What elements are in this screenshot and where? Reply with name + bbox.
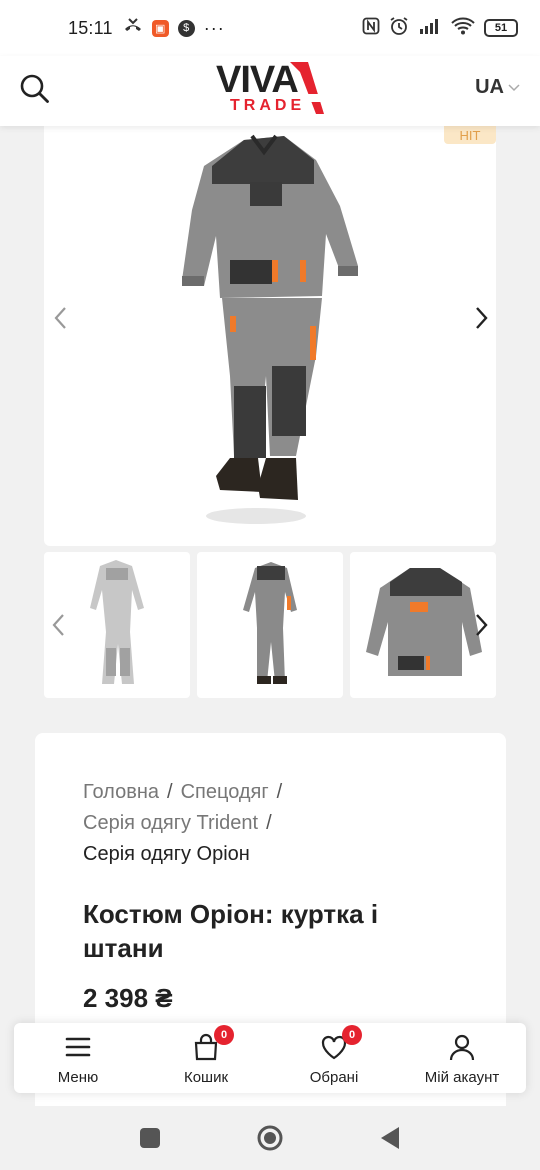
breadcrumb-current: Серія одягу Оріон — [83, 843, 250, 865]
product-main-image[interactable]: НІТ — [44, 126, 496, 546]
nav-account-label: Мій акаунт — [424, 1069, 500, 1086]
square-icon — [140, 1128, 160, 1148]
more-notifications-icon: ··· — [203, 17, 225, 38]
nav-menu[interactable]: Меню — [14, 1023, 142, 1093]
status-bar: 15:11 ▣ $ ··· 51 — [0, 0, 540, 56]
chevron-left-icon — [52, 614, 64, 636]
nav-favorites-label: Обрані — [309, 1069, 359, 1086]
breadcrumb-separator: / — [276, 781, 283, 803]
thumbnail-2[interactable] — [197, 552, 343, 698]
search-button[interactable] — [18, 72, 52, 106]
thumb-next-button[interactable] — [466, 610, 496, 640]
system-navigation-bar — [0, 1106, 540, 1170]
breadcrumb-separator: / — [266, 812, 272, 834]
back-button[interactable] — [378, 1124, 402, 1152]
chevron-down-icon — [508, 83, 520, 91]
main-next-button[interactable] — [466, 303, 496, 333]
nfc-icon — [362, 17, 380, 40]
nav-menu-label: Меню — [57, 1069, 99, 1086]
chevron-right-icon — [476, 307, 488, 329]
signal-icon — [418, 18, 442, 39]
suit-back-thumb-image — [243, 562, 297, 684]
thumbnail-3[interactable] — [350, 552, 496, 698]
site-logo[interactable]: VIVA TRADE — [212, 58, 332, 122]
thumbnail-strip — [44, 552, 496, 698]
nav-account[interactable]: Мій акаунт — [398, 1023, 526, 1093]
alarm-icon — [389, 16, 409, 41]
language-label: UA — [475, 76, 504, 98]
search-icon — [20, 74, 49, 103]
triangle-back-icon — [381, 1127, 399, 1149]
favorites-count-badge: 0 — [342, 1025, 362, 1045]
breadcrumb-home[interactable]: Головна — [83, 781, 159, 803]
language-selector[interactable]: UA — [475, 76, 520, 99]
breadcrumb: Головна / Спецодяг / Серія одягу Trident / С… — [83, 777, 473, 870]
bottom-navigation: Меню 0 Кошик 0 Обрані Мій акаунт — [14, 1023, 526, 1093]
dollar-icon: $ — [177, 19, 195, 37]
recents-button[interactable] — [138, 1126, 162, 1150]
product-price: 2 398 ₴ — [83, 983, 173, 1013]
user-icon — [448, 1033, 476, 1061]
workwear-suit-image — [182, 134, 358, 524]
cart-count-badge: 0 — [214, 1025, 234, 1045]
breadcrumb-trident[interactable]: Серія одягу Trident — [83, 812, 258, 834]
home-button[interactable] — [256, 1124, 284, 1152]
nav-cart[interactable]: 0 Кошик — [142, 1023, 270, 1093]
missed-call-icon — [123, 17, 143, 40]
main-prev-button[interactable] — [46, 303, 76, 333]
cart-icon: 0 — [192, 1025, 234, 1061]
status-time: 15:11 — [68, 17, 113, 38]
site-header: VIVA TRADE UA — [0, 56, 540, 126]
thumbnail-1[interactable] — [44, 552, 190, 698]
chevron-left-icon — [54, 307, 66, 329]
app-notification-icon: ▣ — [151, 19, 169, 37]
circle-icon — [257, 1125, 283, 1151]
breadcrumb-workwear[interactable]: Спецодяг — [181, 781, 269, 803]
menu-icon — [64, 1033, 92, 1061]
nav-favorites[interactable]: 0 Обрані — [270, 1023, 398, 1093]
thumb-prev-button[interactable] — [44, 610, 74, 640]
nav-cart-label: Кошик — [183, 1069, 229, 1086]
logo-text-bottom: TRADE — [230, 97, 305, 114]
breadcrumb-separator: / — [167, 781, 173, 803]
hit-badge: НІТ — [444, 126, 496, 144]
battery-indicator: 51 — [484, 19, 518, 37]
chevron-right-icon — [476, 614, 488, 636]
product-title: Костюм Оріон: куртка і штани — [83, 899, 379, 963]
heart-icon: 0 — [320, 1025, 362, 1061]
wifi-icon — [451, 17, 475, 40]
